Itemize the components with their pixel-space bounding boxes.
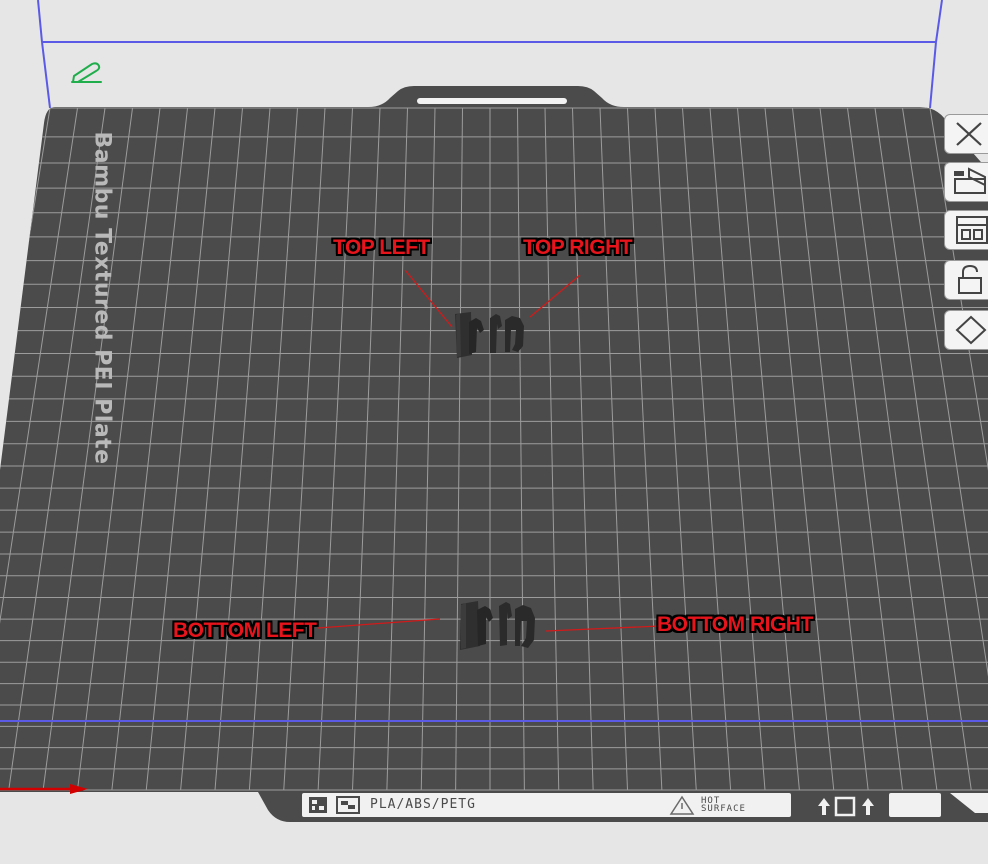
callout-top-left: TOP LEFT <box>333 236 430 259</box>
pencil-icon[interactable] <box>71 62 102 83</box>
auto-orient-button[interactable] <box>944 162 988 202</box>
arrange-button[interactable] <box>944 210 988 250</box>
filament-types-label: PLA/ABS/PETG <box>370 797 476 812</box>
callout-bottom-left: BOTTOM LEFT <box>173 619 317 642</box>
close-button[interactable] <box>944 114 988 154</box>
plate-name-label: Bambu Textured PEI Plate <box>89 131 115 465</box>
hot-warning-line2: SURFACE <box>701 804 746 814</box>
bambu-logo-icon <box>309 797 327 813</box>
lock-icon <box>958 264 982 294</box>
plate-viewport[interactable] <box>0 0 988 864</box>
lock-button[interactable] <box>944 260 988 300</box>
settings-icon <box>955 315 987 345</box>
arrange-icon <box>956 216 988 244</box>
close-icon <box>956 122 982 146</box>
plate-handle <box>417 98 567 104</box>
callout-top-right: TOP RIGHT <box>523 236 633 259</box>
auto-orient-icon <box>954 167 986 194</box>
build-plate <box>0 86 988 822</box>
settings-button[interactable] <box>944 310 988 350</box>
callout-bottom-right: BOTTOM RIGHT <box>657 613 813 636</box>
